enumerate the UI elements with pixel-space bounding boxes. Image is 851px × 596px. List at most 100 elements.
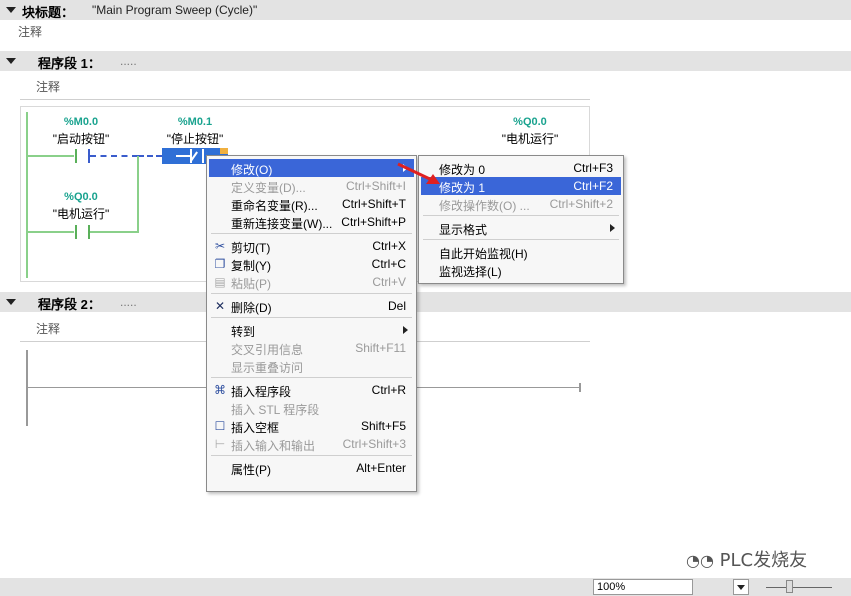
context-menu-item[interactable]: 属性(P) Alt+Enter [209,459,414,477]
context-menu-item[interactable]: 修改(O) [209,159,414,177]
zoom-dropdown-button[interactable] [733,579,749,595]
wire [90,231,138,233]
collapse-triangle-icon[interactable] [6,7,16,13]
red-arrow-icon [397,162,440,184]
network2-comment[interactable]: 注释 [36,320,60,337]
selection-handle[interactable] [220,148,228,154]
menu-item-label: 重新连接变量(W)... [231,217,333,231]
menu-separator [211,455,412,456]
collapse-triangle-icon[interactable] [6,58,16,64]
paste-icon: ▤ [214,275,226,289]
submenu-arrow-icon [610,224,615,232]
menu-item-shortcut: Ctrl+F2 [573,179,613,193]
menu-item-label: 修改(O) [231,163,273,177]
block-title-value[interactable]: "Main Program Sweep (Cycle)" [92,3,257,17]
block-comment[interactable]: 注释 [18,23,42,40]
menu-item-shortcut: Ctrl+X [372,239,406,253]
menu-separator [211,377,412,378]
menu-separator [211,293,412,294]
menu-item-shortcut: Alt+Enter [356,461,406,475]
contact-name[interactable]: "启动按钮" [36,130,126,147]
contact-bar [75,149,77,163]
network1-title[interactable]: ..... [120,54,137,68]
context-menu-item: ⊢ 插入输入和输出 Ctrl+Shift+3 [209,435,414,453]
context-menu-item[interactable]: ❐ 复制(Y) Ctrl+C [209,255,414,273]
coil-name[interactable]: "电机运行" [485,130,575,147]
left-power-rail [26,112,28,278]
menu-item-shortcut: Shift+F5 [360,419,406,433]
contact-bar [202,149,204,163]
branch-wire [137,156,139,233]
contact-name[interactable]: "停止按钮" [150,130,240,147]
menu-separator [211,233,412,234]
contact-line [176,155,190,157]
context-menu-item: 定义变量(D)... Ctrl+Shift+I [209,177,414,195]
context-menu-item[interactable]: ☐ 插入空框 Shift+F5 [209,417,414,435]
menu-item-label: 修改为 0 [439,163,486,177]
submenu-item[interactable]: 显示格式 [421,219,621,237]
menu-item-label: 交叉引用信息 [231,343,304,357]
menu-separator [211,317,412,318]
context-menu-item: ▤ 粘贴(P) Ctrl+V [209,273,414,291]
zoom-slider-track[interactable] [766,587,832,588]
status-bar [0,578,851,596]
menu-item-label: 插入程序段 [231,385,292,399]
menu-item-label: 插入 STL 程序段 [231,403,320,417]
collapse-triangle-icon[interactable] [6,299,16,305]
network1-comment[interactable]: 注释 [36,78,60,95]
submenu-item[interactable]: 修改为 1 Ctrl+F2 [421,177,621,195]
network1-header: 程序段 1： ..... [0,51,851,71]
menu-item-label: 插入输入和输出 [231,439,316,453]
block-title-label: 块标题： [22,5,75,20]
menu-item-label: 属性(P) [231,463,271,477]
network2-title[interactable]: ..... [120,295,137,309]
submenu-item[interactable]: 修改为 0 Ctrl+F3 [421,159,621,177]
menu-item-label: 定义变量(D)... [231,181,306,195]
contact-address[interactable]: %M0.1 [150,116,240,128]
submenu-item[interactable]: 监视选择(L) [421,261,621,279]
context-menu-item: 交叉引用信息 Shift+F11 [209,339,414,357]
modify-submenu: 修改为 0 Ctrl+F3 修改为 1 Ctrl+F2 修改操作数(O) ... Ctrl… [418,155,624,284]
context-menu-item[interactable]: 转到 [209,321,414,339]
watermark: ◔◔ PLC发烧友 [686,546,807,572]
network2-header: 程序段 2： ..... [0,292,851,312]
wire [28,155,74,157]
contact-name[interactable]: "电机运行" [36,205,126,222]
zoom-input[interactable]: 100% [593,579,693,595]
context-menu-item: 显示重叠访问 [209,357,414,375]
submenu-item: 修改操作数(O) ... Ctrl+Shift+2 [421,195,621,213]
insert-io-icon: ⊢ [214,437,226,451]
menu-item-label: 修改为 1 [439,181,486,195]
menu-item-label: 删除(D) [231,301,272,315]
menu-item-label: 复制(Y) [231,259,271,273]
block-title-bar: 块标题： "Main Program Sweep (Cycle)" [0,0,851,20]
contact-address[interactable]: %Q0.0 [36,191,126,203]
zoom-slider-thumb[interactable] [786,580,793,593]
menu-item-label: 修改操作数(O) ... [439,199,530,213]
scissors-icon: ✂ [214,239,226,253]
menu-item-shortcut: Ctrl+C [371,257,406,271]
empty-box-icon: ☐ [214,419,226,433]
wire [90,155,138,157]
menu-item-label: 转到 [231,325,256,339]
coil-address[interactable]: %Q0.0 [485,116,575,128]
menu-item-label: 重命名变量(R)... [231,199,318,213]
menu-item-shortcut: Ctrl+Shift+3 [342,437,406,451]
menu-item-label: 粘贴(P) [231,277,271,291]
wire [28,231,74,233]
context-menu-item[interactable]: ⌘ 插入程序段 Ctrl+R [209,381,414,399]
menu-item-shortcut: Ctrl+R [371,383,406,397]
menu-item-label: 显示重叠访问 [231,361,304,375]
divider [20,99,590,100]
context-menu-item[interactable]: ✕ 删除(D) Del [209,297,414,315]
context-menu-item[interactable]: 重命名变量(R)... Ctrl+Shift+T [209,195,414,213]
wire [138,155,162,157]
submenu-item[interactable]: 自此开始监视(H) [421,243,621,261]
left-power-rail [26,350,28,426]
network1-label: 程序段 1： [38,56,101,71]
contact-address[interactable]: %M0.0 [36,116,126,128]
menu-item-label: 插入空框 [231,421,280,435]
context-menu-item[interactable]: 重新连接变量(W)... Ctrl+Shift+P [209,213,414,231]
context-menu-item[interactable]: ✂ 剪切(T) Ctrl+X [209,237,414,255]
network2-label: 程序段 2： [38,297,101,312]
